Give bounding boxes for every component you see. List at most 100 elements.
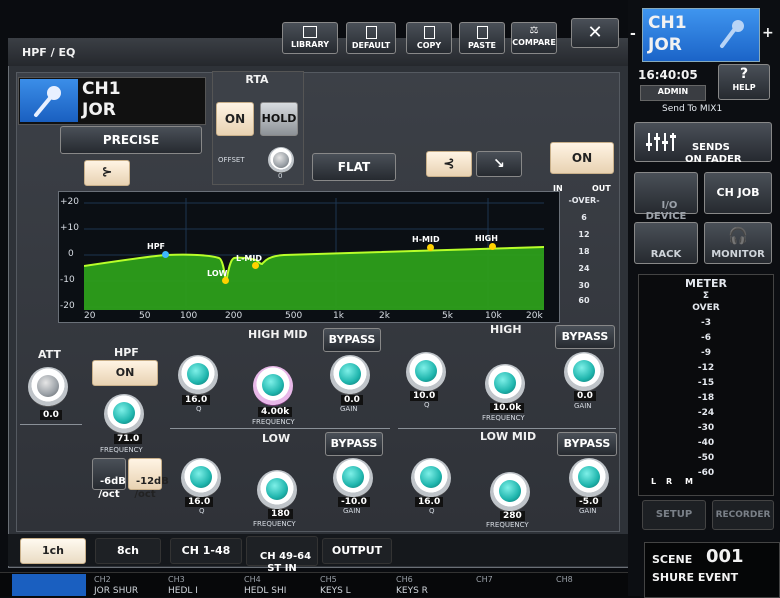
hpf-band-point[interactable] xyxy=(162,251,169,258)
hpf-freq-knob[interactable] xyxy=(104,394,144,434)
hmid-band-point[interactable] xyxy=(427,244,434,251)
channel-strip-ch1[interactable] xyxy=(12,574,86,596)
hpf-type-button[interactable]: ⊱ xyxy=(84,160,130,186)
high-mid-freq-knob[interactable] xyxy=(253,366,293,406)
ch3-name: HEDL I xyxy=(168,586,198,596)
low-freq-value: 180 xyxy=(268,509,293,519)
y-axis-labels: +20 +10 0 -10 -20 xyxy=(60,197,79,311)
ch3-label[interactable]: CH3 xyxy=(168,575,185,584)
low-gain-knob[interactable] xyxy=(333,458,373,498)
ch5-label[interactable]: CH5 xyxy=(320,575,337,584)
offset-value: 0 xyxy=(278,172,283,180)
hpf-slope-12-button[interactable]: -12dB /oct xyxy=(128,458,169,500)
low-mid-q-label: Q xyxy=(429,507,435,515)
close-icon: ✕ xyxy=(587,22,603,43)
ch8-label[interactable]: CH8 xyxy=(556,575,573,584)
hpf-freq-value: 71.0 xyxy=(114,434,143,444)
io-device-button[interactable]: I/O DEVICE xyxy=(634,172,698,222)
low-mid-gain-knob[interactable] xyxy=(569,458,609,498)
flat-button[interactable]: FLAT xyxy=(312,153,396,181)
ch4-label[interactable]: CH4 xyxy=(244,575,261,584)
high-band-point[interactable] xyxy=(489,243,496,250)
high-mid-freq-label: FREQUENCY xyxy=(252,418,295,426)
low-band-point[interactable] xyxy=(222,277,229,284)
low-mid-freq-knob[interactable] xyxy=(490,472,530,512)
ch7-label[interactable]: CH7 xyxy=(476,575,493,584)
low-bypass-button[interactable]: BYPASS xyxy=(325,432,383,456)
side-minus[interactable]: - xyxy=(630,26,636,42)
compare-button[interactable]: ⚖ COMPARE xyxy=(511,22,557,54)
rta-hold-button[interactable]: HOLD xyxy=(260,102,298,136)
section-divider-left xyxy=(170,428,390,429)
eq-curve-plot xyxy=(84,198,544,310)
precise-button[interactable]: PRECISE xyxy=(60,126,202,154)
copy-button[interactable]: COPY xyxy=(406,22,452,54)
high-q-label: Q xyxy=(424,401,430,409)
scales-icon: ⚖ xyxy=(529,25,539,36)
tab-ch-49-64-st-in[interactable]: CH 49-64 ST IN xyxy=(246,536,318,574)
meter-title: METER xyxy=(685,277,727,290)
fader-icon xyxy=(644,131,676,153)
ch2-name: JOR SHUR xyxy=(94,586,139,596)
side-plus[interactable]: + xyxy=(762,25,774,41)
scene-name: SHURE EVENT xyxy=(652,571,739,584)
tab-output[interactable]: OUTPUT xyxy=(322,538,392,564)
help-button[interactable]: ? HELP xyxy=(718,64,770,100)
hpf-on-button[interactable]: ON xyxy=(92,360,158,386)
meter-panel[interactable]: METER Σ OVER -3 -6 -9 -12 -15 -18 -24 -3… xyxy=(638,274,774,496)
rta-on-button[interactable]: ON xyxy=(216,102,254,136)
att-divider xyxy=(20,424,82,425)
high-label: HIGH xyxy=(490,323,522,336)
low-mid-bypass-button[interactable]: BYPASS xyxy=(557,432,617,456)
high-mid-bypass-button[interactable]: BYPASS xyxy=(323,328,381,352)
tab-8ch[interactable]: 8ch xyxy=(95,538,161,564)
low-mid-q-knob[interactable] xyxy=(411,458,451,498)
low-shelf-button[interactable]: ⊰ xyxy=(426,151,472,177)
high-freq-label: FREQUENCY xyxy=(482,414,525,422)
low-label: LOW xyxy=(262,432,291,445)
att-knob[interactable] xyxy=(28,367,68,407)
high-mid-label: HIGH MID xyxy=(248,328,308,341)
high-gain-knob[interactable] xyxy=(564,352,604,392)
hpf-slope-6-button[interactable]: -6dB /oct xyxy=(92,458,126,500)
high-freq-value: 10.0k xyxy=(490,403,525,413)
high-shelf-icon: ↘ xyxy=(493,156,505,172)
send-to-label: Send To MIX1 xyxy=(662,104,723,114)
tab-ch-1-48[interactable]: CH 1-48 xyxy=(170,538,242,564)
high-bypass-button[interactable]: BYPASS xyxy=(555,325,615,349)
low-mid-gain-label: GAIN xyxy=(579,507,597,515)
recorder-button[interactable]: RECORDER xyxy=(712,500,774,530)
folder-icon xyxy=(303,26,317,38)
ch2-label[interactable]: CH2 xyxy=(94,575,111,584)
high-mid-q-value: 16.0 xyxy=(182,395,211,405)
low-mid-q-value: 16.0 xyxy=(415,497,444,507)
ch-job-button[interactable]: CH JOB xyxy=(704,172,772,214)
low-mid-gain-value: -5.0 xyxy=(576,497,602,507)
high-freq-knob[interactable] xyxy=(485,364,525,404)
high-band-label: HIGH xyxy=(475,234,498,243)
channel-id: CH1 xyxy=(82,79,121,99)
channel-name: JOR xyxy=(82,100,116,120)
close-button[interactable]: ✕ xyxy=(571,18,619,48)
low-q-knob[interactable] xyxy=(181,458,221,498)
high-shelf-button[interactable]: ↘ xyxy=(476,151,522,177)
rack-button[interactable]: RACK xyxy=(634,222,698,264)
lmid-band-point[interactable] xyxy=(252,262,259,269)
eq-on-button[interactable]: ON xyxy=(550,142,614,174)
high-q-knob[interactable] xyxy=(406,352,446,392)
library-button[interactable]: LIBRARY xyxy=(282,22,338,54)
mic-icon xyxy=(20,79,78,122)
default-button[interactable]: DEFAULT xyxy=(346,22,396,54)
meter-out-label: OUT xyxy=(592,184,611,193)
high-mid-q-knob[interactable] xyxy=(178,355,218,395)
high-mid-gain-knob[interactable] xyxy=(330,355,370,395)
tab-1ch[interactable]: 1ch xyxy=(20,538,86,564)
ch6-label[interactable]: CH6 xyxy=(396,575,413,584)
offset-knob[interactable] xyxy=(268,147,294,173)
headphones-icon: 🎧 xyxy=(728,226,748,245)
low-freq-knob[interactable] xyxy=(257,470,297,510)
paste-button[interactable]: PASTE xyxy=(459,22,505,54)
setup-button[interactable]: SETUP xyxy=(642,500,706,530)
low-q-label: Q xyxy=(199,507,205,515)
hpf-freq-label: FREQUENCY xyxy=(100,446,143,454)
